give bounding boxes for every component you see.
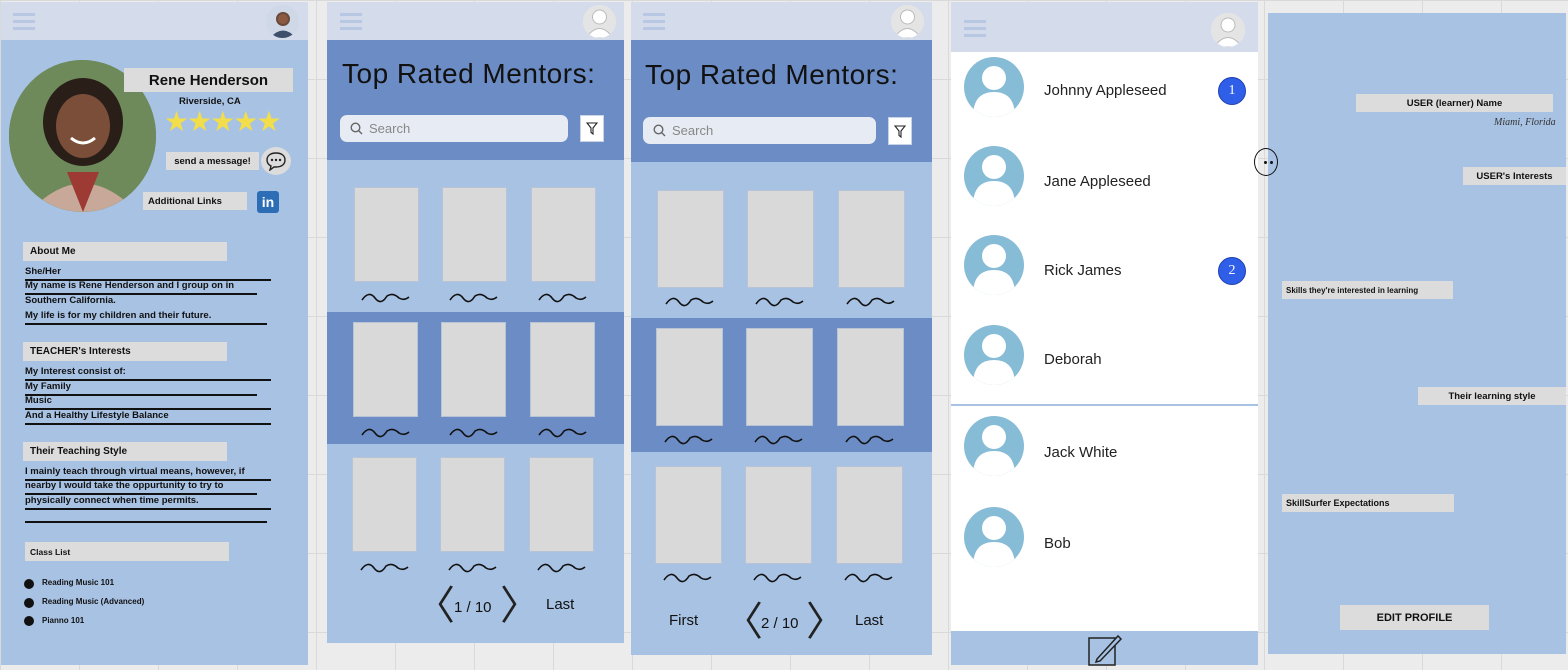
learner-style-label: Their learning style [1418, 387, 1566, 405]
learner-expectations-label: SkillSurfer Expectations [1282, 494, 1454, 512]
edit-profile-button[interactable]: EDIT PROFILE [1340, 605, 1489, 630]
interests-line-1: My Interest consist of: [25, 365, 271, 381]
style-line-2: nearby I would take the oppurtunity to t… [25, 479, 257, 495]
profile-panel: Rene Henderson Riverside, CA ★★★★★ send … [1, 2, 308, 665]
contact-name: Johnny Appleseed [1044, 82, 1167, 99]
contact-avatar [964, 507, 1024, 567]
contact-name: Jack White [1044, 444, 1118, 461]
menu-icon[interactable] [13, 9, 35, 34]
about-line-4: My life is for my children and their fut… [25, 309, 267, 325]
first-page-button[interactable]: First [669, 612, 698, 629]
about-line-2: My name is Rene Henderson and I group on… [25, 279, 257, 295]
divider [951, 404, 1258, 406]
contact-avatar [964, 146, 1024, 206]
learner-panel: USER (learner) Name Miami, Florida USER'… [1254, 13, 1566, 654]
contact-avatar [964, 325, 1024, 385]
contacts-panel: Johnny Appleseed 1 Jane Appleseed Rick J… [951, 2, 1258, 666]
mentor-name-squiggles [663, 297, 895, 583]
more-options-icon[interactable] [1254, 148, 1278, 176]
contact-row[interactable]: Bob [951, 507, 1258, 587]
rating-stars: ★★★★★ [164, 105, 282, 138]
interests-heading: TEACHER's Interests [23, 342, 227, 361]
class-dot [24, 579, 34, 589]
class-item-3[interactable]: Pianno 101 [42, 614, 84, 628]
contact-row[interactable]: Rick James 2 [951, 235, 1258, 315]
menu-icon[interactable] [964, 16, 986, 41]
class-item-1[interactable]: Reading Music 101 [42, 576, 114, 590]
teaching-style-heading: Their Teaching Style [23, 442, 227, 461]
contact-name: Jane Appleseed [1044, 173, 1151, 190]
contact-name: Bob [1044, 535, 1071, 552]
interests-line-4: And a Healthy Lifestyle Balance [25, 409, 271, 425]
mentors-panel-2: Top Rated Mentors: Search First 〈 2 / 10… [631, 2, 932, 655]
top-bar [951, 2, 1258, 52]
additional-links-label: Additional Links [143, 192, 247, 210]
learner-skills-label: Skills they're interested in learning [1282, 281, 1453, 299]
mentor-name-squiggles [360, 293, 587, 573]
about-heading: About Me [23, 242, 227, 261]
unread-badge: 2 [1218, 257, 1246, 285]
contact-row[interactable]: Jack White [951, 416, 1258, 496]
linkedin-icon[interactable]: in [257, 191, 279, 213]
last-page-button[interactable]: Last [546, 596, 574, 613]
prev-page-button[interactable]: 〈 [723, 602, 763, 642]
contact-row[interactable]: Jane Appleseed [951, 144, 1258, 224]
unread-badge: 1 [1218, 77, 1246, 105]
bottom-bar [951, 631, 1258, 666]
class-list-heading: Class List [25, 542, 229, 561]
mentors-panel-1: Top Rated Mentors: Search 〈 1 / 10 〉 Las… [327, 2, 624, 643]
contact-row[interactable]: Johnny Appleseed 1 [951, 54, 1258, 134]
contact-avatar [964, 57, 1024, 117]
learner-interests-label: USER's Interests [1463, 167, 1566, 185]
style-blank-line [25, 521, 267, 523]
last-page-button[interactable]: Last [855, 612, 883, 629]
user-avatar[interactable] [1211, 13, 1245, 47]
contact-name: Deborah [1044, 351, 1102, 368]
contact-row[interactable]: Deborah [951, 325, 1258, 405]
page-indicator: 2 / 10 [761, 615, 799, 632]
interests-line-3: Music [25, 394, 271, 410]
contact-name: Rick James [1044, 262, 1122, 279]
class-dot [24, 616, 34, 626]
prev-page-button[interactable]: 〈 [415, 586, 455, 626]
profile-name: Rene Henderson [124, 68, 293, 92]
learner-name-label: USER (learner) Name [1356, 94, 1553, 112]
page-indicator: 1 / 10 [454, 599, 492, 616]
compose-icon[interactable] [1086, 634, 1124, 670]
class-dot [24, 598, 34, 608]
send-message-button[interactable]: send a message! [166, 152, 259, 170]
top-bar [1, 2, 308, 40]
contact-avatar [964, 416, 1024, 476]
learner-location: Miami, Florida [1494, 117, 1556, 128]
about-line-3: Southern California. [25, 295, 116, 306]
user-avatar[interactable] [266, 5, 299, 38]
contact-avatar [964, 235, 1024, 295]
next-page-button[interactable]: 〉 [500, 586, 540, 626]
style-line-3: physically connect when time permits. [25, 494, 271, 510]
class-item-2[interactable]: Reading Music (Advanced) [42, 595, 144, 609]
chat-icon[interactable] [261, 147, 291, 175]
next-page-button[interactable]: 〉 [806, 602, 846, 642]
